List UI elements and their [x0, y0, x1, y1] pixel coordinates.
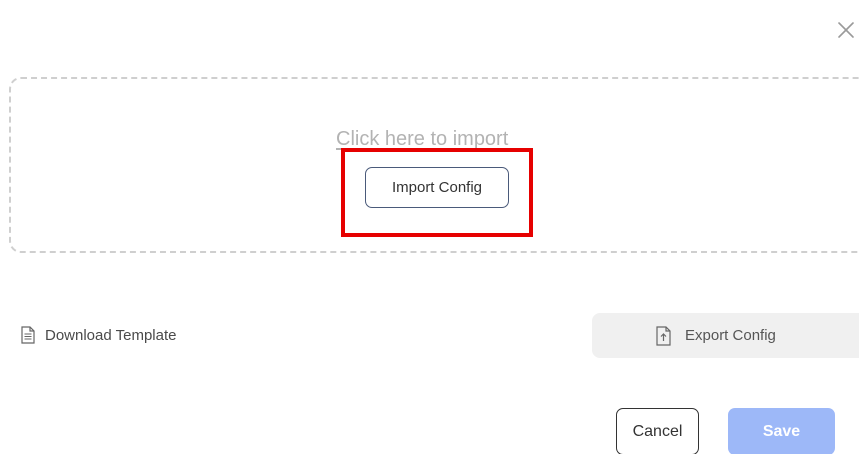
import-config-button[interactable]: Import Config	[365, 167, 509, 208]
close-icon[interactable]	[829, 14, 859, 44]
export-config-label: Export Config	[685, 327, 776, 344]
import-config-dialog: Click here to import Import Config Downl…	[0, 0, 859, 454]
export-config-button[interactable]: Export Config	[592, 313, 859, 358]
dropzone-hint[interactable]: Click here to import	[336, 128, 546, 151]
file-upload-icon	[656, 325, 671, 346]
cancel-button[interactable]: Cancel	[616, 408, 699, 454]
close-button[interactable]	[829, 14, 859, 44]
document-icon	[21, 326, 35, 344]
save-button[interactable]: Save	[728, 408, 835, 454]
import-dropzone[interactable]	[9, 77, 859, 253]
download-template-link[interactable]: Download Template	[21, 320, 176, 350]
download-template-label: Download Template	[45, 326, 177, 344]
